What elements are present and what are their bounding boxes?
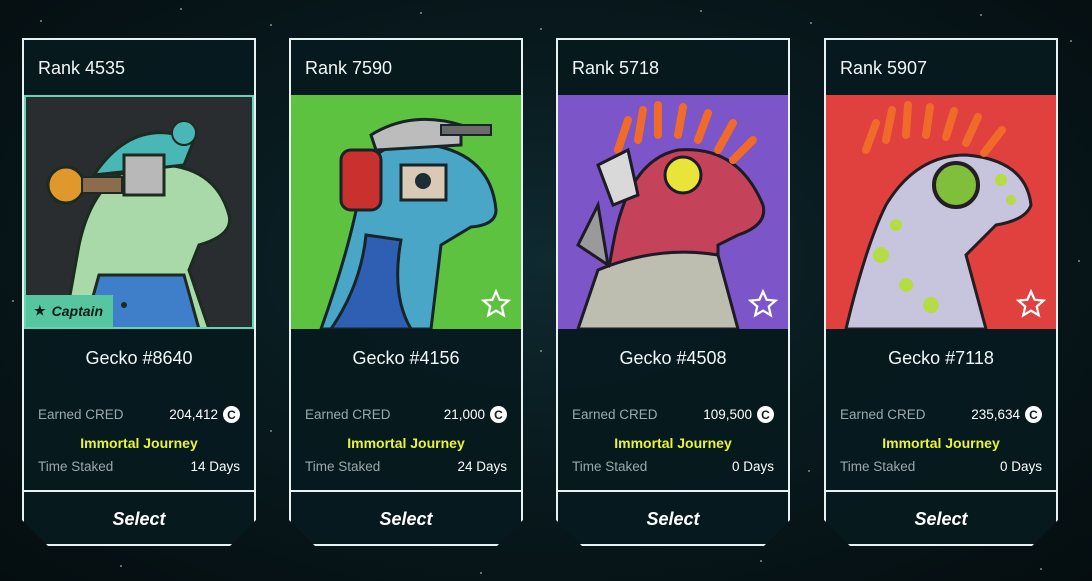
- rank-label: Rank 5718: [572, 58, 660, 78]
- earned-cred-value: 21,000 C: [444, 406, 507, 423]
- time-staked-value: 0 Days: [731, 459, 774, 474]
- earned-cred-amount: 235,634: [971, 407, 1020, 422]
- time-staked-row: Time Staked 14 Days: [38, 459, 240, 474]
- earned-cred-row: Earned CRED 204,412 C: [38, 406, 240, 423]
- gecko-portrait-image: [24, 95, 254, 329]
- time-staked-label: Time Staked: [572, 459, 648, 474]
- select-button[interactable]: Select: [826, 492, 1056, 546]
- earned-cred-row: Earned CRED 21,000 C: [305, 406, 507, 423]
- earned-cred-value: 204,412 C: [169, 406, 240, 423]
- captain-badge: ★ Captain: [26, 295, 113, 327]
- time-staked-row: Time Staked 0 Days: [840, 459, 1042, 474]
- rank-label: Rank 4535: [38, 58, 126, 78]
- gecko-artwork[interactable]: ★ Captain: [24, 95, 254, 329]
- time-staked-label: Time Staked: [305, 459, 381, 474]
- time-staked-value: 14 Days: [190, 459, 240, 474]
- time-staked-value: 24 Days: [457, 459, 507, 474]
- journey-label: Immortal Journey: [80, 435, 198, 451]
- cred-coin-icon: C: [757, 406, 774, 423]
- select-button[interactable]: Select: [291, 492, 521, 546]
- gecko-name: Gecko #4156: [352, 348, 460, 368]
- gecko-artwork[interactable]: [826, 95, 1056, 329]
- favorite-star-icon[interactable]: [748, 289, 778, 319]
- earned-cred-label: Earned CRED: [38, 407, 124, 422]
- time-staked-label: Time Staked: [840, 459, 916, 474]
- cred-coin-icon: C: [1025, 406, 1042, 423]
- cred-coin-icon: C: [490, 406, 507, 423]
- earned-cred-row: Earned CRED 235,634 C: [840, 406, 1042, 423]
- earned-cred-amount: 204,412: [169, 407, 218, 422]
- gecko-card[interactable]: Rank 5718 Gecko #4508 Earned CRED 109,50…: [556, 38, 790, 546]
- gecko-name: Gecko #8640: [85, 348, 193, 368]
- earned-cred-amount: 21,000: [443, 407, 485, 422]
- gecko-card[interactable]: Rank 5907 Gecko #7118 Earned CRED 235,63…: [824, 38, 1058, 546]
- badge-label: Captain: [51, 303, 103, 319]
- rank-label: Rank 5907: [840, 58, 928, 78]
- journey-label: Immortal Journey: [882, 435, 1000, 451]
- earned-cred-value: 235,634 C: [971, 406, 1042, 423]
- time-staked-value: 0 Days: [999, 459, 1042, 474]
- earned-cred-row: Earned CRED 109,500 C: [572, 406, 774, 423]
- earned-cred-amount: 109,500: [703, 407, 752, 422]
- gecko-artwork[interactable]: [558, 95, 788, 329]
- earned-cred-value: 109,500 C: [703, 406, 774, 423]
- time-staked-label: Time Staked: [38, 459, 114, 474]
- star-filled-icon: ★: [34, 303, 46, 318]
- cred-coin-icon: C: [223, 406, 240, 423]
- select-button[interactable]: Select: [24, 492, 254, 546]
- earned-cred-label: Earned CRED: [840, 407, 926, 422]
- earned-cred-label: Earned CRED: [305, 407, 391, 422]
- time-staked-row: Time Staked 0 Days: [572, 459, 774, 474]
- favorite-star-icon[interactable]: [481, 289, 511, 319]
- earned-cred-label: Earned CRED: [572, 407, 658, 422]
- gecko-card[interactable]: Rank 7590 Gecko #4156 Earned CRED 21,000…: [289, 38, 523, 546]
- time-staked-row: Time Staked 24 Days: [305, 459, 507, 474]
- gecko-card[interactable]: Rank 4535 ★ Captain Gecko #8640 Earned C…: [22, 38, 256, 546]
- gecko-artwork[interactable]: [291, 95, 521, 329]
- select-button[interactable]: Select: [558, 492, 788, 546]
- rank-label: Rank 7590: [305, 58, 393, 78]
- gecko-name: Gecko #4508: [619, 348, 727, 368]
- journey-label: Immortal Journey: [614, 435, 732, 451]
- favorite-star-icon[interactable]: [1016, 289, 1046, 319]
- journey-label: Immortal Journey: [347, 435, 465, 451]
- gecko-name: Gecko #7118: [888, 348, 994, 368]
